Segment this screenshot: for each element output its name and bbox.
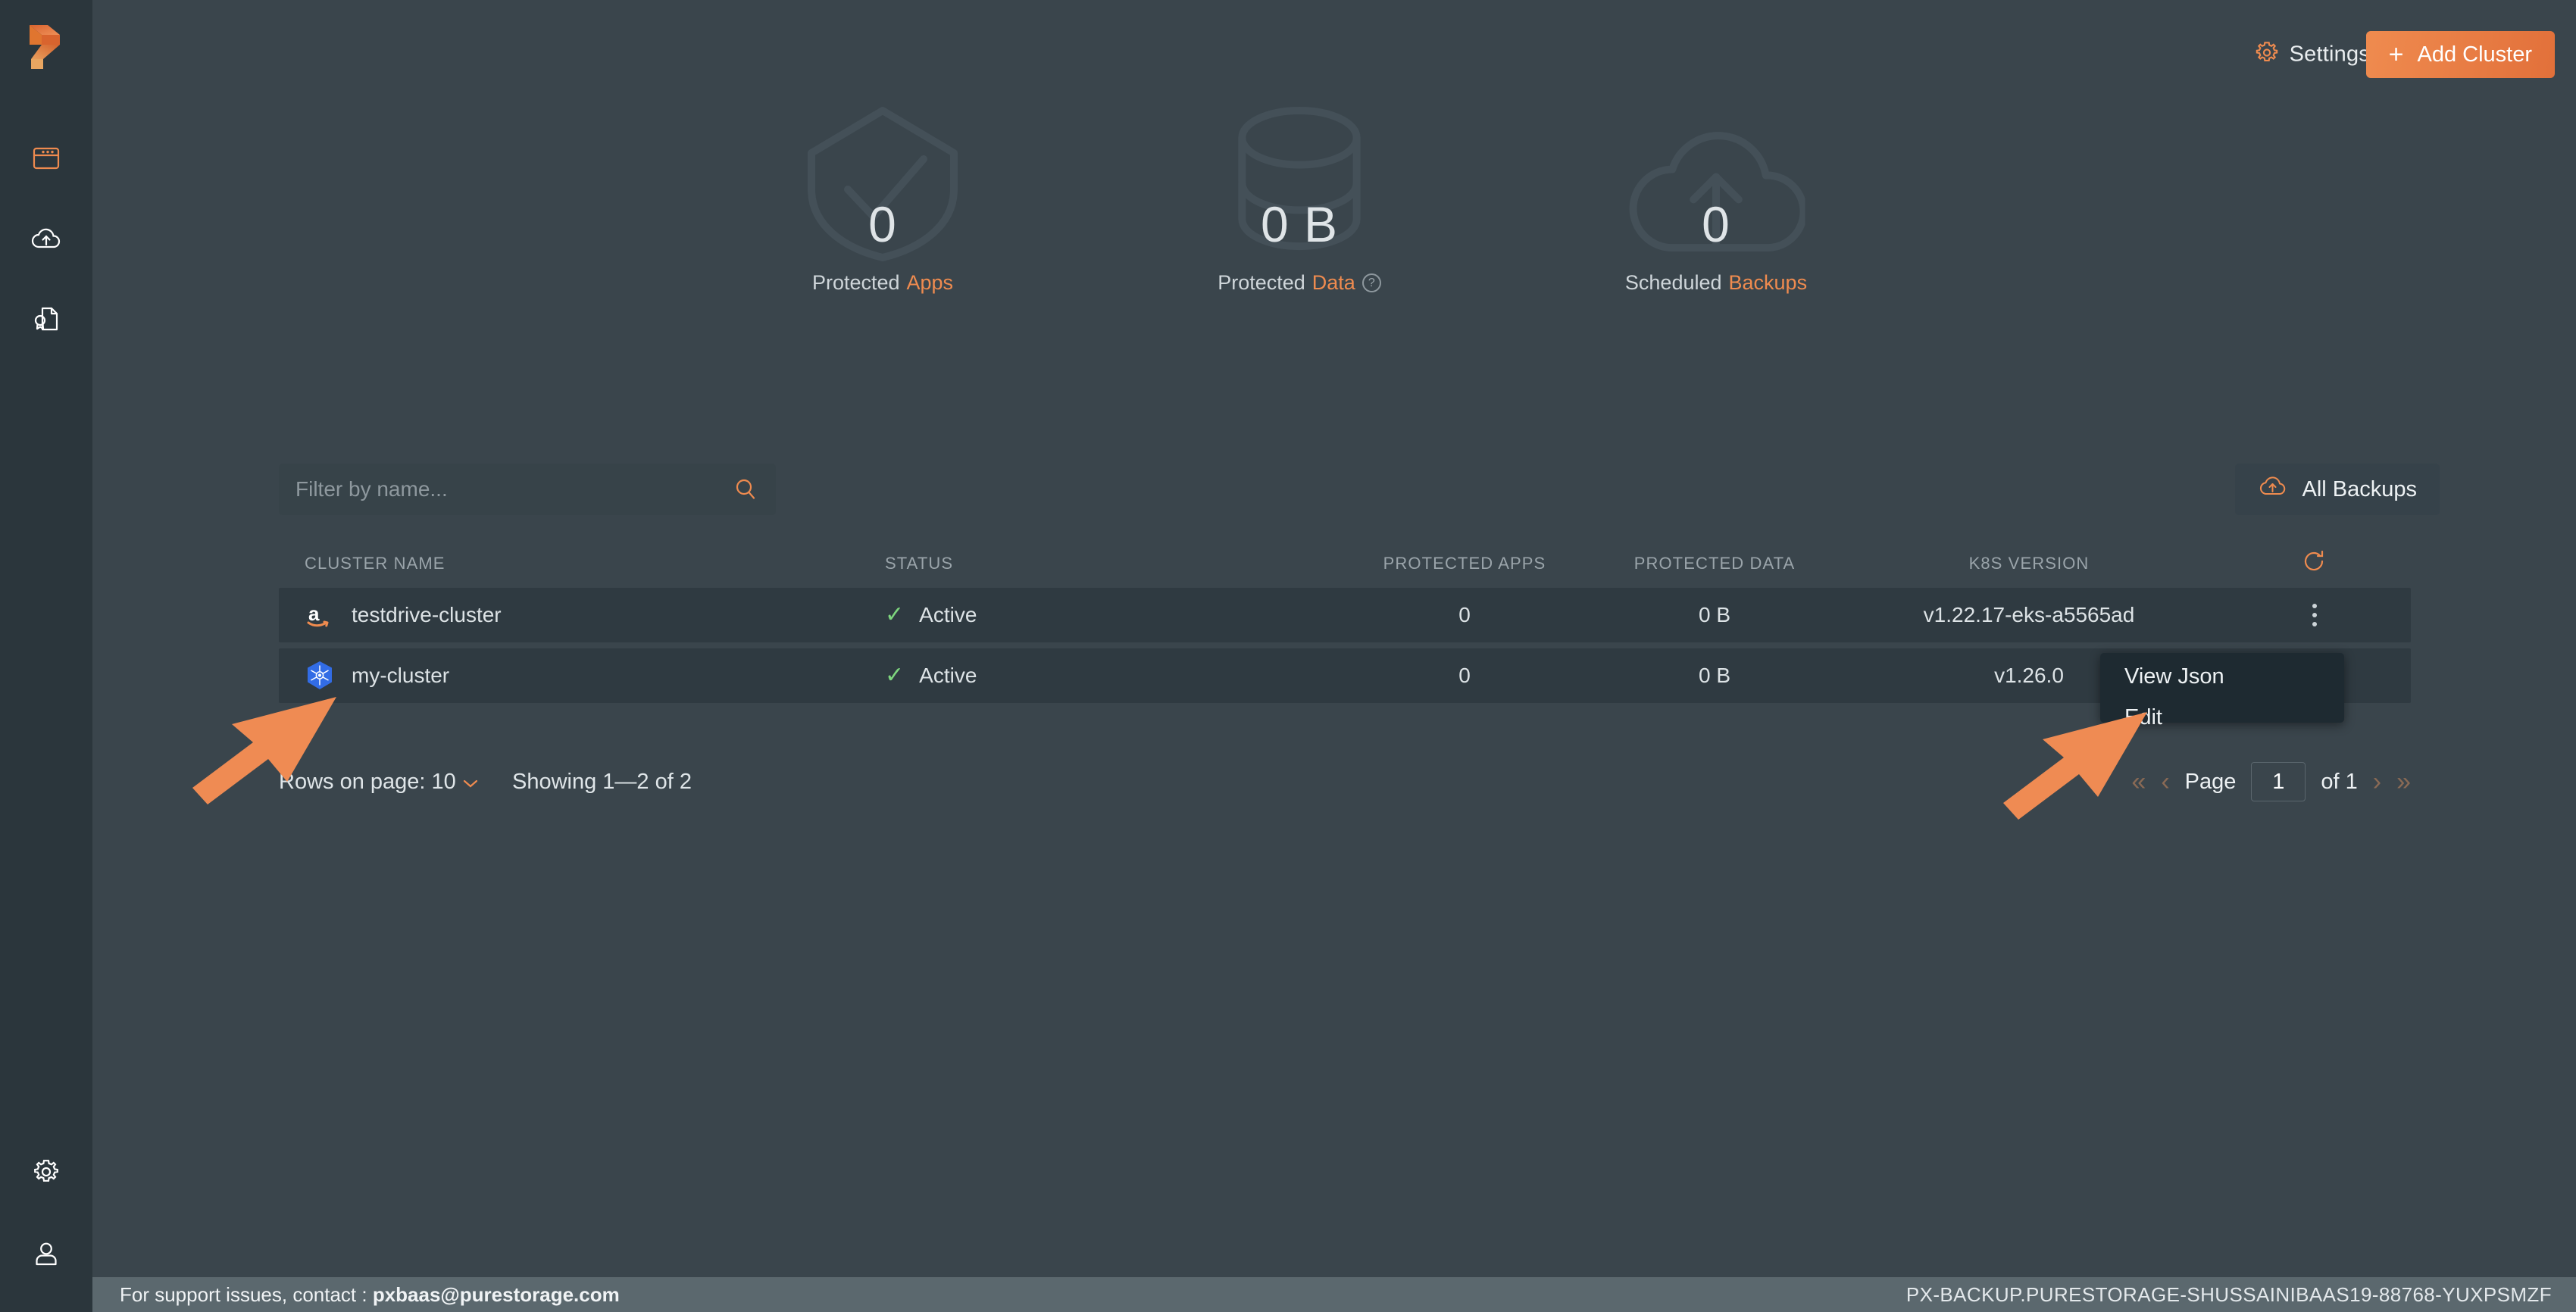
showing-range-text: Showing 1—2 of 2 [512, 769, 692, 794]
sidebar-item-license[interactable] [0, 297, 92, 344]
table-row[interactable]: a testdrive-cluster ✓ Active 0 0 B v1.22… [279, 588, 2411, 642]
refresh-button[interactable] [2218, 548, 2411, 579]
status-text: Active [919, 664, 977, 687]
sidebar-item-settings[interactable] [0, 1150, 92, 1197]
stat-card-protected-apps: 0 Protected Apps [758, 91, 1008, 318]
stat-value: 0 [868, 196, 897, 252]
search-icon[interactable] [733, 477, 776, 501]
cell-protected-apps: 0 [1458, 603, 1471, 626]
stat-label: Protected Data ? [1174, 271, 1424, 295]
add-cluster-button[interactable]: + Add Cluster [2365, 31, 2555, 78]
table-row[interactable]: my-cluster ✓ Active 0 0 B v1.26.0 [279, 648, 2411, 703]
instance-id-text: PX-BACKUP.PURESTORAGE-SHUSSAINIBAAS19-88… [1905, 1282, 2552, 1306]
support-contact-text: For support issues, contact : pxbaas@pur… [120, 1283, 620, 1307]
check-icon: ✓ [885, 663, 905, 688]
summary-stats: 0 Protected Apps 0 B Protected Data ? 0 … [758, 91, 1841, 318]
cell-cluster-name: a testdrive-cluster [279, 600, 885, 630]
menu-item-edit[interactable]: Edit [2100, 697, 2344, 738]
stat-label-highlight: Data [1311, 271, 1355, 294]
column-header-k8s-version: K8S VERSION [1968, 554, 2090, 573]
footer-bar: For support issues, contact : pxbaas@pur… [92, 1277, 2576, 1312]
cloud-upload-icon [31, 226, 61, 255]
rows-per-page-value: 10 [431, 769, 456, 794]
row-actions[interactable] [2218, 604, 2411, 626]
sidebar [0, 0, 92, 1312]
menu-item-view-json[interactable]: View Json [2100, 656, 2344, 697]
page-navigation: « ‹ Page of 1 › » [2131, 759, 2411, 804]
cell-protected-data: 0 B [1698, 664, 1731, 687]
sidebar-nav-bottom [0, 1150, 92, 1279]
help-icon[interactable]: ? [1361, 273, 1381, 292]
cloud-upload-icon [2258, 475, 2288, 504]
add-cluster-label: Add Cluster [2417, 42, 2532, 67]
stat-label: Protected Apps [758, 271, 1008, 295]
app-logo[interactable] [28, 20, 64, 80]
aws-icon: a [305, 600, 335, 630]
page-number-input[interactable] [2251, 762, 2306, 801]
stat-label-highlight: Backups [1728, 271, 1808, 294]
stat-label-plain: Protected [811, 271, 900, 294]
column-header-protected-data: PROTECTED DATA [1633, 554, 1796, 573]
gear-icon [2255, 41, 2279, 69]
support-email: pxbaas@purestorage.com [372, 1282, 620, 1306]
support-prefix: For support issues, contact : [120, 1282, 373, 1306]
row-context-menu: View Json Edit [2100, 653, 2344, 729]
sidebar-item-account[interactable] [0, 1232, 92, 1279]
kubernetes-icon [305, 661, 335, 691]
refresh-icon [2302, 548, 2327, 579]
settings-label: Settings [2289, 42, 2370, 67]
stat-label-plain: Scheduled [1624, 271, 1722, 294]
stat-value: 0 B [1260, 196, 1339, 252]
pagination-bar: Rows on page: 10 Showing 1—2 of 2 « ‹ Pa… [279, 759, 2411, 804]
next-page-button[interactable]: › [2373, 769, 2381, 795]
cell-status: ✓ Active [885, 603, 1340, 627]
column-header-cluster-name: CLUSTER NAME [305, 554, 445, 573]
stat-label: Scheduled Backups [1591, 271, 1841, 295]
table-header-row: CLUSTER NAME STATUS PROTECTED APPS PROTE… [279, 539, 2411, 588]
portworx-logo-icon [28, 21, 64, 80]
all-backups-button[interactable]: All Backups [2235, 464, 2440, 515]
filter-by-name-box[interactable] [279, 464, 776, 515]
stat-label-highlight: Apps [906, 271, 954, 294]
sidebar-item-clusters[interactable] [0, 136, 92, 183]
cluster-name-text: testdrive-cluster [352, 603, 502, 626]
sidebar-item-backups[interactable] [0, 217, 92, 264]
user-icon [33, 1240, 60, 1271]
top-header: Settings + Add Cluster [92, 0, 2576, 82]
rows-per-page-label: Rows on page: [279, 769, 426, 794]
cell-k8s-version: v1.22.17-eks-a5565ad [1923, 603, 2135, 626]
cell-status: ✓ Active [885, 664, 1340, 688]
column-header-status: STATUS [885, 554, 954, 573]
px-backup-clusters-page: Settings + Add Cluster 0 Protected Apps … [0, 0, 2576, 1312]
clusters-table: CLUSTER NAME STATUS PROTECTED APPS PROTE… [279, 539, 2411, 709]
kebab-menu-icon[interactable] [2312, 604, 2317, 626]
stat-card-protected-data: 0 B Protected Data ? [1174, 91, 1424, 318]
chevron-down-icon [462, 770, 479, 795]
license-document-icon [33, 305, 60, 336]
svg-text:a: a [308, 602, 320, 625]
cell-cluster-name: my-cluster [279, 661, 885, 691]
last-page-button[interactable]: » [2396, 769, 2411, 795]
clusters-icon [33, 146, 60, 174]
cluster-name-text: my-cluster [352, 664, 450, 687]
column-header-protected-apps: PROTECTED APPS [1383, 554, 1546, 573]
cell-protected-apps: 0 [1458, 664, 1471, 687]
stat-card-scheduled-backups: 0 Scheduled Backups [1591, 91, 1841, 318]
all-backups-label: All Backups [2302, 476, 2417, 501]
plus-icon: + [2388, 40, 2404, 69]
stat-value: 0 [1702, 196, 1730, 252]
search-input[interactable] [279, 464, 733, 515]
sidebar-nav-top [0, 136, 92, 344]
cell-protected-data: 0 B [1698, 603, 1731, 626]
page-label: Page [2184, 769, 2237, 794]
status-text: Active [919, 603, 977, 626]
gear-icon [33, 1158, 60, 1189]
stat-label-plain: Protected [1218, 271, 1305, 294]
previous-page-button[interactable]: ‹ [2161, 769, 2169, 795]
check-icon: ✓ [885, 602, 905, 627]
first-page-button[interactable]: « [2131, 769, 2146, 795]
total-pages-label: of 1 [2321, 769, 2358, 794]
rows-per-page-selector[interactable]: Rows on page: 10 [279, 759, 479, 804]
